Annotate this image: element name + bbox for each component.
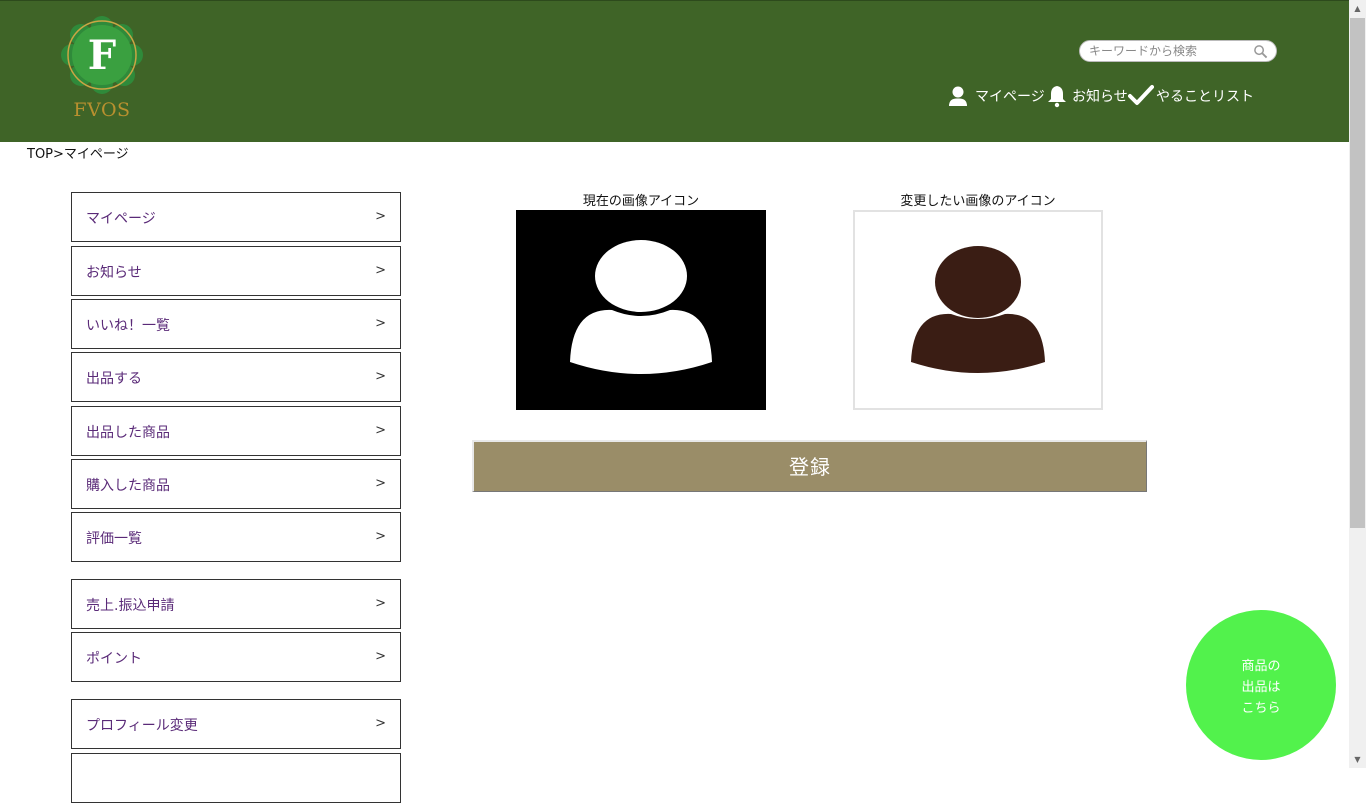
register-button[interactable]: 登録 <box>472 440 1147 492</box>
logo-text: FVOS <box>73 99 131 121</box>
chevron-right-icon: > <box>375 476 386 491</box>
chevron-right-icon: > <box>375 649 386 664</box>
sell-item-floating-button[interactable]: 商品の 出品は こちら <box>1186 610 1336 760</box>
nav-todo-label: やることリスト <box>1156 89 1254 105</box>
sidebar-item-reviews[interactable]: 評価一覧 > <box>71 512 401 562</box>
search-input[interactable] <box>1089 43 1249 59</box>
sidebar-item-label: 売上.振込申請 <box>86 598 175 614</box>
sidebar-item-label: ポイント <box>86 651 142 667</box>
sidebar-item-sales-transfer[interactable]: 売上.振込申請 > <box>71 579 401 629</box>
sidebar-item-label: プロフィール変更 <box>86 718 198 734</box>
scroll-up-icon[interactable]: ▲ <box>1349 0 1366 17</box>
sidebar-item-purchased-items[interactable]: 購入した商品 > <box>71 459 401 509</box>
chevron-right-icon: > <box>375 209 386 224</box>
sidebar-item-notice[interactable]: お知らせ > <box>71 246 401 296</box>
sidebar-item-label: 出品する <box>86 371 142 387</box>
nav-notice[interactable]: お知らせ <box>1046 84 1128 108</box>
chevron-right-icon: > <box>375 316 386 331</box>
sidebar-item-sell[interactable]: 出品する > <box>71 352 401 402</box>
chevron-right-icon: > <box>375 369 386 384</box>
check-icon <box>1128 85 1154 105</box>
sidebar-item-label: お知らせ <box>86 265 142 281</box>
nav-notice-label: お知らせ <box>1072 89 1128 105</box>
search-icon[interactable] <box>1253 44 1268 59</box>
user-icon <box>949 86 967 106</box>
logo-emblem-icon: F <box>61 16 143 94</box>
chevron-right-icon: > <box>375 529 386 544</box>
sidebar-item-label: 評価一覧 <box>86 531 142 547</box>
chevron-right-icon: > <box>375 596 386 611</box>
new-avatar-image[interactable] <box>853 210 1103 410</box>
search-box <box>1079 40 1277 62</box>
sidebar-item-partial[interactable] <box>71 753 401 803</box>
sidebar-item-profile-edit[interactable]: プロフィール変更 > <box>71 699 401 749</box>
nav-mypage-label: マイページ <box>975 89 1045 105</box>
chevron-right-icon: > <box>375 263 386 278</box>
new-icon-caption: 変更したい画像のアイコン <box>900 194 1056 209</box>
logo-letter: F <box>88 32 116 79</box>
sidebar-item-label: 購入した商品 <box>86 478 170 494</box>
scroll-thumb[interactable] <box>1350 18 1365 528</box>
sidebar-item-mypage[interactable]: マイページ > <box>71 192 401 242</box>
page-scrollbar[interactable]: ▲ ▼ <box>1349 0 1366 768</box>
sidebar-item-label: マイページ <box>86 211 156 227</box>
sell-item-floating-label: 商品の 出品は こちら <box>1241 659 1281 716</box>
chevron-right-icon: > <box>375 716 386 731</box>
nav-todo[interactable]: やることリスト <box>1128 84 1254 108</box>
current-avatar-image <box>516 210 766 410</box>
site-header: F FVOS マイページ お知らせ <box>0 0 1349 142</box>
nav-mypage[interactable]: マイページ <box>948 84 1045 108</box>
bell-icon <box>1048 86 1066 108</box>
sidebar-item-likes[interactable]: いいね！一覧 > <box>71 299 401 349</box>
fvos-logo[interactable]: F FVOS <box>56 13 148 125</box>
sidebar-item-points[interactable]: ポイント > <box>71 632 401 682</box>
chevron-right-icon: > <box>375 423 386 438</box>
current-icon-caption: 現在の画像アイコン <box>582 194 700 209</box>
sidebar-item-label: 出品した商品 <box>86 425 170 441</box>
sidebar-item-label: いいね！一覧 <box>86 318 170 334</box>
user-avatar-icon <box>570 240 712 374</box>
sidebar-item-listed-items[interactable]: 出品した商品 > <box>71 406 401 456</box>
breadcrumb[interactable]: TOP>マイページ <box>27 143 129 162</box>
user-avatar-icon <box>911 246 1045 373</box>
scroll-down-icon[interactable]: ▼ <box>1349 751 1366 768</box>
